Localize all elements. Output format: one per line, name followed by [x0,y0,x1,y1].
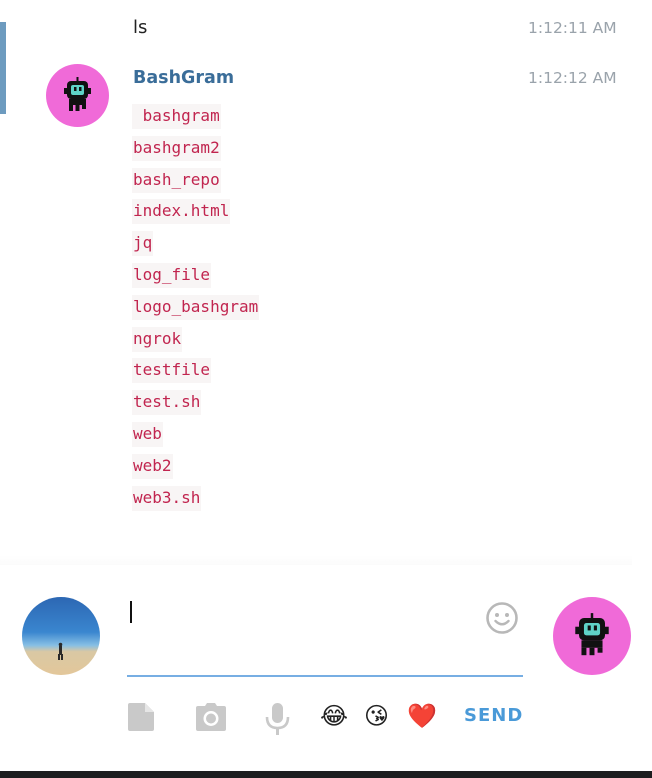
message-text: ls [133,17,148,38]
smiley-icon[interactable] [485,601,518,634]
file-entry: log_file [132,262,212,288]
message-timestamp: 1:12:12 AM [528,69,617,87]
file-entry: bash_repo [132,167,221,193]
emoji-heart-button[interactable]: ❤️ [407,701,437,731]
file-entry: testfile [132,358,212,384]
text-cursor [130,601,132,623]
file-entry: test.sh [132,390,202,416]
message-input[interactable] [127,593,523,677]
emoji-kiss-button[interactable]: 😘 [364,701,389,731]
divider [0,555,632,565]
robot-icon [64,77,91,111]
file-entry: web [132,421,163,447]
message-author[interactable]: BashGram [133,68,234,88]
camera-icon[interactable] [195,702,227,736]
microphone-icon[interactable] [264,702,291,740]
file-entry: bashgram [132,104,221,129]
person-on-beach-image [58,642,63,660]
user-avatar[interactable] [22,597,100,675]
file-entry: ngrok [132,326,183,352]
file-entry: bashgram2 [132,135,221,161]
send-button[interactable]: SEND [464,705,523,726]
selected-message-indicator [0,22,6,114]
message-timestamp: 1:12:11 AM [528,19,617,37]
bot-avatar[interactable] [46,64,109,127]
command-output: bashgram bashgram2 bash_repo index.html … [132,104,260,517]
file-entry: web3.sh [132,485,202,511]
bottom-bar [0,771,652,778]
file-icon[interactable] [127,702,155,736]
file-entry: web2 [132,453,173,479]
emoji-tears-of-joy-button[interactable]: 😂 [320,701,348,731]
file-entry: index.html [132,199,231,225]
robot-icon [575,613,609,656]
file-entry: logo_bashgram [132,294,260,320]
file-entry: jq [132,231,154,257]
bot-avatar-large[interactable] [553,597,631,675]
